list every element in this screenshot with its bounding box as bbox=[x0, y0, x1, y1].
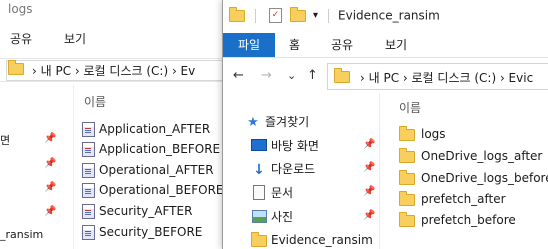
folder-icon bbox=[229, 6, 245, 22]
folder-icon bbox=[399, 190, 415, 206]
nav-item-desktop[interactable]: 바탕 화면 📌 bbox=[251, 137, 375, 157]
event-log-icon bbox=[82, 225, 95, 240]
file-item[interactable]: Security_AFTER bbox=[82, 204, 192, 222]
folder-item[interactable]: OneDrive_logs_after bbox=[399, 147, 542, 169]
pin-icon: 📌 bbox=[363, 210, 376, 221]
star-icon: ★ bbox=[247, 115, 259, 130]
folder-icon bbox=[334, 68, 350, 83]
pin-icon: 📌 bbox=[363, 139, 376, 150]
tab-home[interactable]: 홈 bbox=[289, 33, 300, 57]
breadcrumb[interactable]: › 내 PC › 로컬 디스크 (C:) › Evic bbox=[360, 69, 533, 86]
ribbon-tabs: 파일 홈 공유 보기 bbox=[223, 33, 548, 58]
nav-item-downloads[interactable]: ↓ 다운로드 📌 bbox=[251, 160, 375, 180]
new-folder-icon[interactable] bbox=[289, 6, 306, 22]
folder-item[interactable]: logs bbox=[399, 125, 446, 147]
desktop-icon bbox=[251, 139, 267, 151]
document-icon bbox=[253, 184, 265, 200]
nav-item-fragment[interactable]: 면 bbox=[0, 132, 10, 148]
event-log-icon bbox=[82, 204, 95, 219]
pane-divider bbox=[379, 93, 380, 249]
download-icon: ↓ bbox=[253, 161, 265, 178]
event-log-icon bbox=[82, 183, 95, 198]
tab-view[interactable]: 보기 bbox=[385, 33, 407, 57]
pin-icon: 📌 bbox=[363, 162, 376, 173]
pane-divider bbox=[73, 85, 74, 249]
pin-icon: 📌 bbox=[363, 186, 376, 197]
folder-item[interactable]: prefetch_before bbox=[399, 211, 516, 233]
address-bar[interactable]: › 내 PC › 로컬 디스크 (C:) › Ev bbox=[0, 58, 240, 82]
title-bar: ✓ ▾ Evidence_ransim bbox=[229, 6, 440, 28]
pin-icon: 📌 bbox=[44, 158, 57, 169]
navigation-pane: ★ 즐겨찾기 바탕 화면 📌 ↓ 다운로드 📌 문서 📌 사진 📌 Evidence… bbox=[223, 93, 379, 249]
quick-access-toolbar-dropdown[interactable]: ▾ bbox=[313, 10, 318, 21]
up-button[interactable]: ↑ bbox=[307, 68, 318, 83]
navigation-bar: ← → ⌄ ↑ › 내 PC › 로컬 디스크 (C:) › Evic bbox=[223, 60, 548, 92]
folder-icon bbox=[399, 211, 415, 227]
file-item[interactable]: Operational_AFTER bbox=[82, 163, 214, 181]
tab-share[interactable]: 공유 bbox=[331, 33, 353, 57]
nav-item-fragment[interactable]: _ransim bbox=[0, 228, 43, 241]
folder-icon bbox=[251, 232, 267, 247]
tab-share[interactable]: 공유 bbox=[10, 30, 32, 47]
breadcrumb[interactable]: › 내 PC › 로컬 디스크 (C:) › Ev bbox=[32, 62, 195, 79]
file-item[interactable]: Operational_BEFORE bbox=[82, 183, 224, 201]
folder-item[interactable]: prefetch_after bbox=[399, 190, 506, 212]
column-header-name[interactable]: 이름 bbox=[84, 93, 106, 110]
column-header-name[interactable]: 이름 bbox=[399, 99, 421, 116]
pin-icon: 📌 bbox=[44, 133, 57, 144]
folder-icon bbox=[399, 125, 415, 141]
pin-icon: 📌 bbox=[44, 206, 57, 217]
nav-item-evidence-ransim[interactable]: Evidence_ransim bbox=[251, 232, 373, 249]
nav-item-pictures[interactable]: 사진 📌 bbox=[251, 208, 375, 228]
event-log-icon bbox=[82, 142, 95, 157]
properties-icon[interactable]: ✓ bbox=[269, 8, 282, 23]
file-item[interactable]: Security_BEFORE bbox=[82, 225, 202, 243]
window-title: logs bbox=[8, 2, 33, 16]
recent-locations-button[interactable]: ⌄ bbox=[287, 69, 296, 82]
event-log-icon bbox=[82, 163, 95, 178]
address-bar[interactable]: › 내 PC › 로컬 디스크 (C:) › Evic bbox=[327, 63, 548, 90]
folder-icon bbox=[399, 169, 415, 185]
front-explorer-window[interactable]: ✓ ▾ Evidence_ransim 파일 홈 공유 보기 ← → ⌄ ↑ ›… bbox=[222, 0, 548, 249]
back-button[interactable]: ← bbox=[233, 68, 244, 83]
pictures-icon bbox=[251, 209, 267, 223]
tab-view[interactable]: 보기 bbox=[64, 30, 86, 47]
file-item[interactable]: Application_BEFORE bbox=[82, 142, 220, 160]
tab-file[interactable]: 파일 bbox=[223, 33, 275, 57]
forward-button[interactable]: → bbox=[261, 68, 272, 83]
window-title: Evidence_ransim bbox=[338, 8, 440, 23]
folder-icon bbox=[399, 147, 415, 163]
event-log-icon bbox=[82, 122, 95, 137]
file-item[interactable]: Application_AFTER bbox=[82, 122, 210, 140]
nav-item-documents[interactable]: 문서 📌 bbox=[251, 184, 375, 204]
folder-icon bbox=[8, 60, 24, 75]
pin-icon: 📌 bbox=[44, 182, 57, 193]
back-explorer-window[interactable]: logs 공유 보기 › 내 PC › 로컬 디스크 (C:) › Ev 이름 … bbox=[0, 0, 240, 249]
nav-item-quick-access[interactable]: ★ 즐겨찾기 bbox=[245, 113, 309, 133]
folder-item[interactable]: OneDrive_logs_before bbox=[399, 169, 548, 191]
